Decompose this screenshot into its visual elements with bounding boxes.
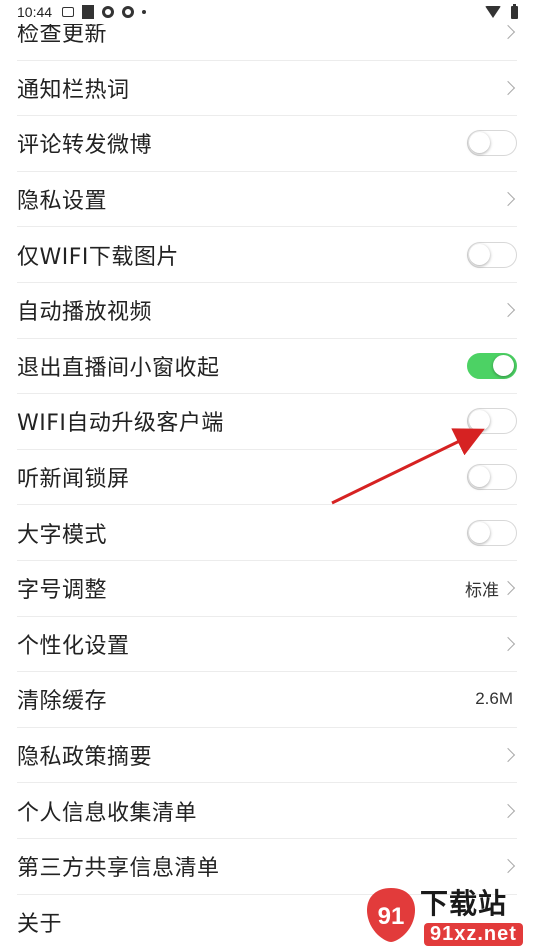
settings-row-label: 大字模式: [17, 522, 108, 548]
settings-row-label: 退出直播间小窗收起: [17, 355, 220, 381]
toggle-switch[interactable]: [467, 352, 517, 379]
toggle-knob: [469, 243, 490, 265]
settings-row-label: 第三方共享信息清单: [17, 856, 220, 882]
toggle-switch[interactable]: [467, 408, 517, 435]
settings-row-label: 听新闻锁屏: [17, 467, 130, 493]
settings-row-control: [500, 303, 517, 318]
settings-row-control: [500, 859, 517, 874]
toggle-knob: [469, 521, 490, 543]
chevron-right-icon: [500, 636, 516, 651]
settings-row[interactable]: WIFI自动升级客户端: [17, 394, 517, 450]
app-notification-icon: [82, 5, 95, 19]
system-icons: [485, 3, 518, 19]
settings-row[interactable]: 个性化设置: [17, 617, 517, 673]
sync-icon-2: [122, 6, 135, 18]
battery-icon: [511, 3, 518, 19]
settings-row-label: 评论转发微博: [17, 133, 153, 159]
settings-row-control: [467, 464, 517, 491]
toggle-switch[interactable]: [467, 464, 517, 491]
settings-row-label: 清除缓存: [17, 689, 108, 715]
settings-row-control: [500, 747, 517, 763]
chevron-right-icon: [500, 192, 516, 207]
watermark-brand: 下载站: [420, 887, 508, 920]
settings-list: 检查更新 通知栏热词 评论转发微博 隐私设置 仅WIFI下载图片 自动播放视频 退出直播间小…: [0, 5, 534, 950]
toggle-knob: [469, 410, 490, 432]
toggle-switch[interactable]: [467, 519, 517, 546]
settings-row-control: 2.6M: [475, 689, 517, 709]
settings-row[interactable]: 评论转发微博: [17, 116, 517, 172]
watermark-logo-text: 91: [378, 903, 405, 930]
chevron-right-icon: [500, 303, 516, 318]
settings-row-label: WIFI自动升级客户端: [17, 411, 224, 437]
settings-row-label: 隐私设置: [17, 189, 108, 215]
news-app-icon: [62, 7, 75, 17]
settings-row-control: [500, 25, 517, 40]
settings-row-control: [500, 803, 517, 818]
notification-icons: [62, 5, 147, 19]
chevron-right-icon: [500, 747, 516, 763]
settings-row-control: [467, 241, 517, 268]
watermark-logo: 91: [366, 888, 416, 942]
settings-row-label: 个性化设置: [17, 633, 130, 659]
settings-row[interactable]: 清除缓存 2.6M: [17, 672, 517, 728]
chevron-right-icon: [500, 859, 516, 874]
settings-row[interactable]: 仅WIFI下载图片: [17, 227, 517, 283]
watermark: 91 下载站 91xz.net: [354, 880, 534, 950]
wifi-icon: [485, 6, 501, 18]
chevron-right-icon: [500, 581, 516, 596]
toggle-switch[interactable]: [467, 241, 517, 268]
chevron-right-icon: [500, 80, 516, 95]
settings-row[interactable]: 大字模式: [17, 505, 517, 561]
chevron-right-icon: [500, 803, 516, 818]
settings-row-control: [500, 636, 517, 651]
status-bar: 10:44: [0, 0, 534, 24]
settings-row[interactable]: 隐私政策摘要: [17, 728, 517, 784]
settings-row-label: 通知栏热词: [17, 77, 130, 103]
settings-row-value: 2.6M: [475, 689, 513, 709]
settings-row-control: [467, 408, 517, 435]
settings-row-control: [500, 192, 517, 207]
settings-row-control: 标准: [465, 576, 517, 601]
settings-row-control: [467, 352, 517, 379]
settings-row[interactable]: 个人信息收集清单: [17, 783, 517, 839]
settings-row-label: 仅WIFI下载图片: [17, 244, 179, 270]
sync-icon: [102, 6, 115, 18]
status-time: 10:44: [17, 4, 53, 20]
settings-row-control: [467, 130, 517, 157]
settings-row[interactable]: 字号调整 标准: [17, 561, 517, 617]
toggle-knob: [469, 132, 490, 154]
chevron-right-icon: [500, 25, 516, 40]
settings-row[interactable]: 听新闻锁屏: [17, 450, 517, 506]
settings-row[interactable]: 退出直播间小窗收起: [17, 339, 517, 395]
settings-row-label: 个人信息收集清单: [17, 800, 198, 826]
settings-row[interactable]: 隐私设置: [17, 172, 517, 228]
settings-row-value: 标准: [465, 580, 499, 600]
settings-row[interactable]: 通知栏热词: [17, 61, 517, 117]
settings-row[interactable]: 自动播放视频: [17, 283, 517, 339]
more-notifications-icon: [142, 10, 147, 14]
toggle-switch[interactable]: [467, 130, 517, 157]
toggle-knob: [469, 466, 490, 488]
settings-row-label: 关于: [17, 912, 63, 938]
toggle-knob: [493, 354, 514, 376]
settings-row-label: 自动播放视频: [17, 300, 153, 326]
settings-row-control: [467, 519, 517, 546]
settings-row-label: 隐私政策摘要: [17, 745, 153, 771]
settings-row-control: [500, 80, 517, 95]
settings-row-label: 字号调整: [17, 578, 108, 604]
watermark-url: 91xz.net: [424, 923, 523, 946]
